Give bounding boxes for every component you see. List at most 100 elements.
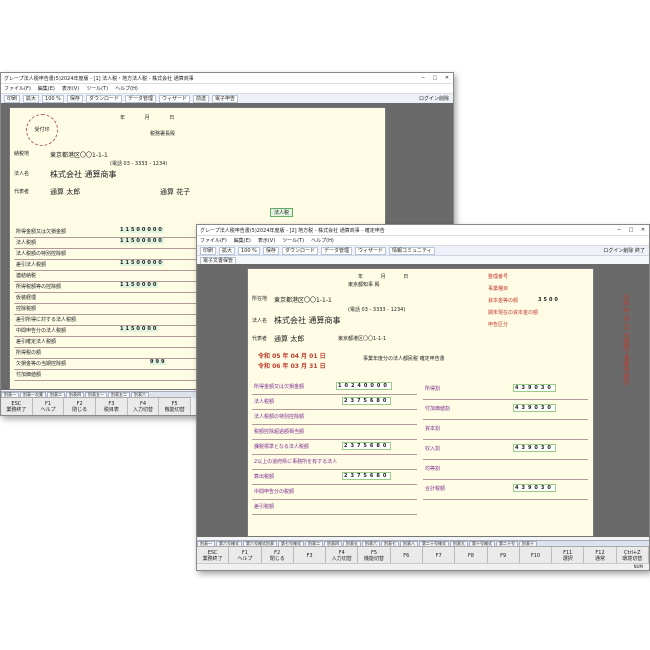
menu-tools[interactable]: ツール(T): [282, 237, 304, 244]
menu-help[interactable]: ヘルプ(H): [115, 85, 138, 92]
fkey-code: F10: [530, 552, 541, 559]
fkey-label: 環境切替: [622, 555, 643, 562]
fkey-f3[interactable]: F3 税目表: [96, 398, 128, 415]
value-cell[interactable]: 2375680: [342, 472, 392, 480]
row-label: 仮装経理: [16, 295, 37, 301]
zoom-level[interactable]: 100 %: [42, 94, 64, 103]
save-button[interactable]: 保存: [262, 246, 279, 255]
minimize-icon[interactable]: ─: [417, 75, 429, 81]
value-cell[interactable]: 439030: [513, 384, 556, 392]
fkey-f12[interactable]: F12 通常: [584, 547, 617, 564]
table-row: 収入割: [423, 439, 588, 460]
year-label: 年: [358, 274, 364, 280]
maximize-icon[interactable]: □: [429, 75, 441, 81]
maximize-icon[interactable]: □: [625, 227, 637, 233]
back-window-title: グレープ法人税申告書(5)2024年度版 - [1] 法人税・地方法人税 - 株…: [4, 75, 194, 82]
table-row: 所得金額又は欠損金額: [252, 379, 417, 395]
zoom-button[interactable]: 拡大: [23, 94, 40, 103]
value-cell[interactable]: 2375680: [342, 442, 392, 450]
download-button[interactable]: ダウンロード: [85, 94, 122, 103]
month-label: 月: [144, 115, 150, 121]
fkey-f10[interactable]: F10: [520, 547, 553, 564]
zoom-button[interactable]: 拡大: [219, 246, 236, 255]
fkey-f3[interactable]: F3: [294, 547, 327, 564]
value-cell[interactable]: 11500000: [120, 227, 164, 233]
fkey-f2[interactable]: F2 閉じる: [262, 547, 294, 564]
value-cell[interactable]: 999: [150, 359, 167, 365]
fkey-esc[interactable]: ESC 業務終了: [197, 547, 230, 564]
front-login-label[interactable]: ログイン削除 終了: [603, 247, 649, 254]
right-label: 整理番号: [488, 274, 509, 280]
table-row: 均等割: [423, 459, 588, 480]
send-button[interactable]: 前送: [192, 94, 209, 103]
fkey-f8[interactable]: F8: [455, 547, 488, 564]
fkey-f1[interactable]: F1 ヘルプ: [229, 547, 262, 564]
back-login-label[interactable]: ログイン削除: [419, 95, 453, 102]
fkey-code: F3: [306, 552, 313, 559]
print-button[interactable]: 印刷: [200, 246, 217, 255]
front-period-to: 令和 06 年 03 月 31 日: [258, 363, 326, 370]
row-label: 中間申告分の法人税額: [16, 328, 67, 334]
row-label: 収入割: [425, 446, 441, 452]
front-company: 株式会社 通算商事: [274, 316, 341, 325]
fkey-f7[interactable]: F7: [423, 547, 456, 564]
fkey-f5[interactable]: F5 機能切替: [159, 398, 192, 415]
fkey-esc[interactable]: ESC 業務終了: [1, 398, 33, 415]
menu-edit[interactable]: 編集(E): [38, 85, 55, 92]
row-label: 中間申告分の税額: [254, 489, 295, 495]
menu-tools[interactable]: ツール(T): [86, 85, 108, 92]
table-row: 税額控除超過額相当額: [252, 424, 417, 440]
back-phone: (電話 03 - 3333 - 1234): [110, 161, 168, 167]
zoom-level[interactable]: 100 %: [238, 246, 260, 255]
download-button[interactable]: ダウンロード: [281, 246, 318, 255]
print-button[interactable]: 印刷: [4, 94, 21, 103]
fkey-f11[interactable]: F11 選択: [552, 547, 585, 564]
menu-file[interactable]: ファイル(F): [4, 85, 31, 92]
menu-view[interactable]: 表示(V): [258, 237, 275, 244]
row-label: 所得税額等の控除額: [16, 284, 62, 290]
capital-value[interactable]: 3500: [538, 297, 560, 303]
fkey-f4[interactable]: F4 入力切替: [128, 398, 160, 415]
fkey-f9[interactable]: F9: [488, 547, 520, 564]
data-manage-button[interactable]: データ管理: [320, 246, 352, 255]
menu-edit[interactable]: 編集(E): [234, 237, 251, 244]
community-button[interactable]: 情報コミュニティ: [388, 246, 435, 255]
wizard-button[interactable]: ウィザード: [354, 246, 386, 255]
wizard-button[interactable]: ウィザード: [158, 94, 190, 103]
back-row-block: 所得金額又は欠損金額 法人税額 法人税額の特別控除額 差引法人税額 連結納税 所…: [14, 226, 214, 386]
fkey-f4[interactable]: F4 入力切替: [326, 547, 359, 564]
data-manage-button[interactable]: データ管理: [124, 94, 156, 103]
value-cell[interactable]: 439030: [513, 484, 556, 492]
value-cell[interactable]: 11500000: [120, 238, 164, 244]
value-cell[interactable]: 10240000: [336, 382, 392, 390]
back-company: 株式会社 通算商事: [50, 170, 117, 179]
save-button[interactable]: 保存: [66, 94, 83, 103]
e-filing-button[interactable]: 電子申告: [212, 94, 239, 103]
right-label: 申告区分: [488, 322, 509, 328]
menu-file[interactable]: ファイル(F): [200, 237, 227, 244]
row-label: 所得税の額: [16, 350, 42, 356]
fkey-label: ヘルプ: [237, 555, 253, 562]
close-icon[interactable]: ✕: [637, 227, 649, 233]
row-label: 課税標準となる法人税額: [254, 444, 309, 450]
menu-view[interactable]: 表示(V): [62, 85, 79, 92]
menu-help[interactable]: ヘルプ(H): [311, 237, 334, 244]
front-window[interactable]: グレープ法人税申告書(5)2024年度版 - [2] 地方税 - 株式会社 通算…: [196, 224, 650, 571]
fkey-f2[interactable]: F2 閉じる: [64, 398, 97, 415]
fkey-f6[interactable]: F6: [391, 547, 423, 564]
value-cell[interactable]: 1150000: [120, 282, 159, 288]
front-window-title: グレープ法人税申告書(5)2024年度版 - [2] 地方税 - 株式会社 通算…: [200, 227, 385, 234]
value-cell[interactable]: 2375680: [342, 397, 392, 405]
fkey-f5[interactable]: F5 機能切替: [358, 547, 391, 564]
value-cell[interactable]: 439030: [513, 404, 556, 412]
value-cell[interactable]: 439030: [513, 444, 556, 452]
fkey-ctrl-z[interactable]: Ctrl+Z 環境切替: [617, 547, 649, 564]
fkey-code: F7: [435, 552, 442, 559]
table-row: 付加価値割: [423, 399, 588, 420]
minimize-icon[interactable]: ─: [613, 227, 625, 233]
value-cell[interactable]: 1150000: [120, 326, 159, 332]
close-icon[interactable]: ✕: [441, 75, 453, 81]
value-cell[interactable]: 11500000: [120, 260, 164, 266]
table-row: 2以上の道府県に事務所を有する法人: [252, 454, 417, 470]
fkey-f1[interactable]: F1 ヘルプ: [33, 398, 65, 415]
